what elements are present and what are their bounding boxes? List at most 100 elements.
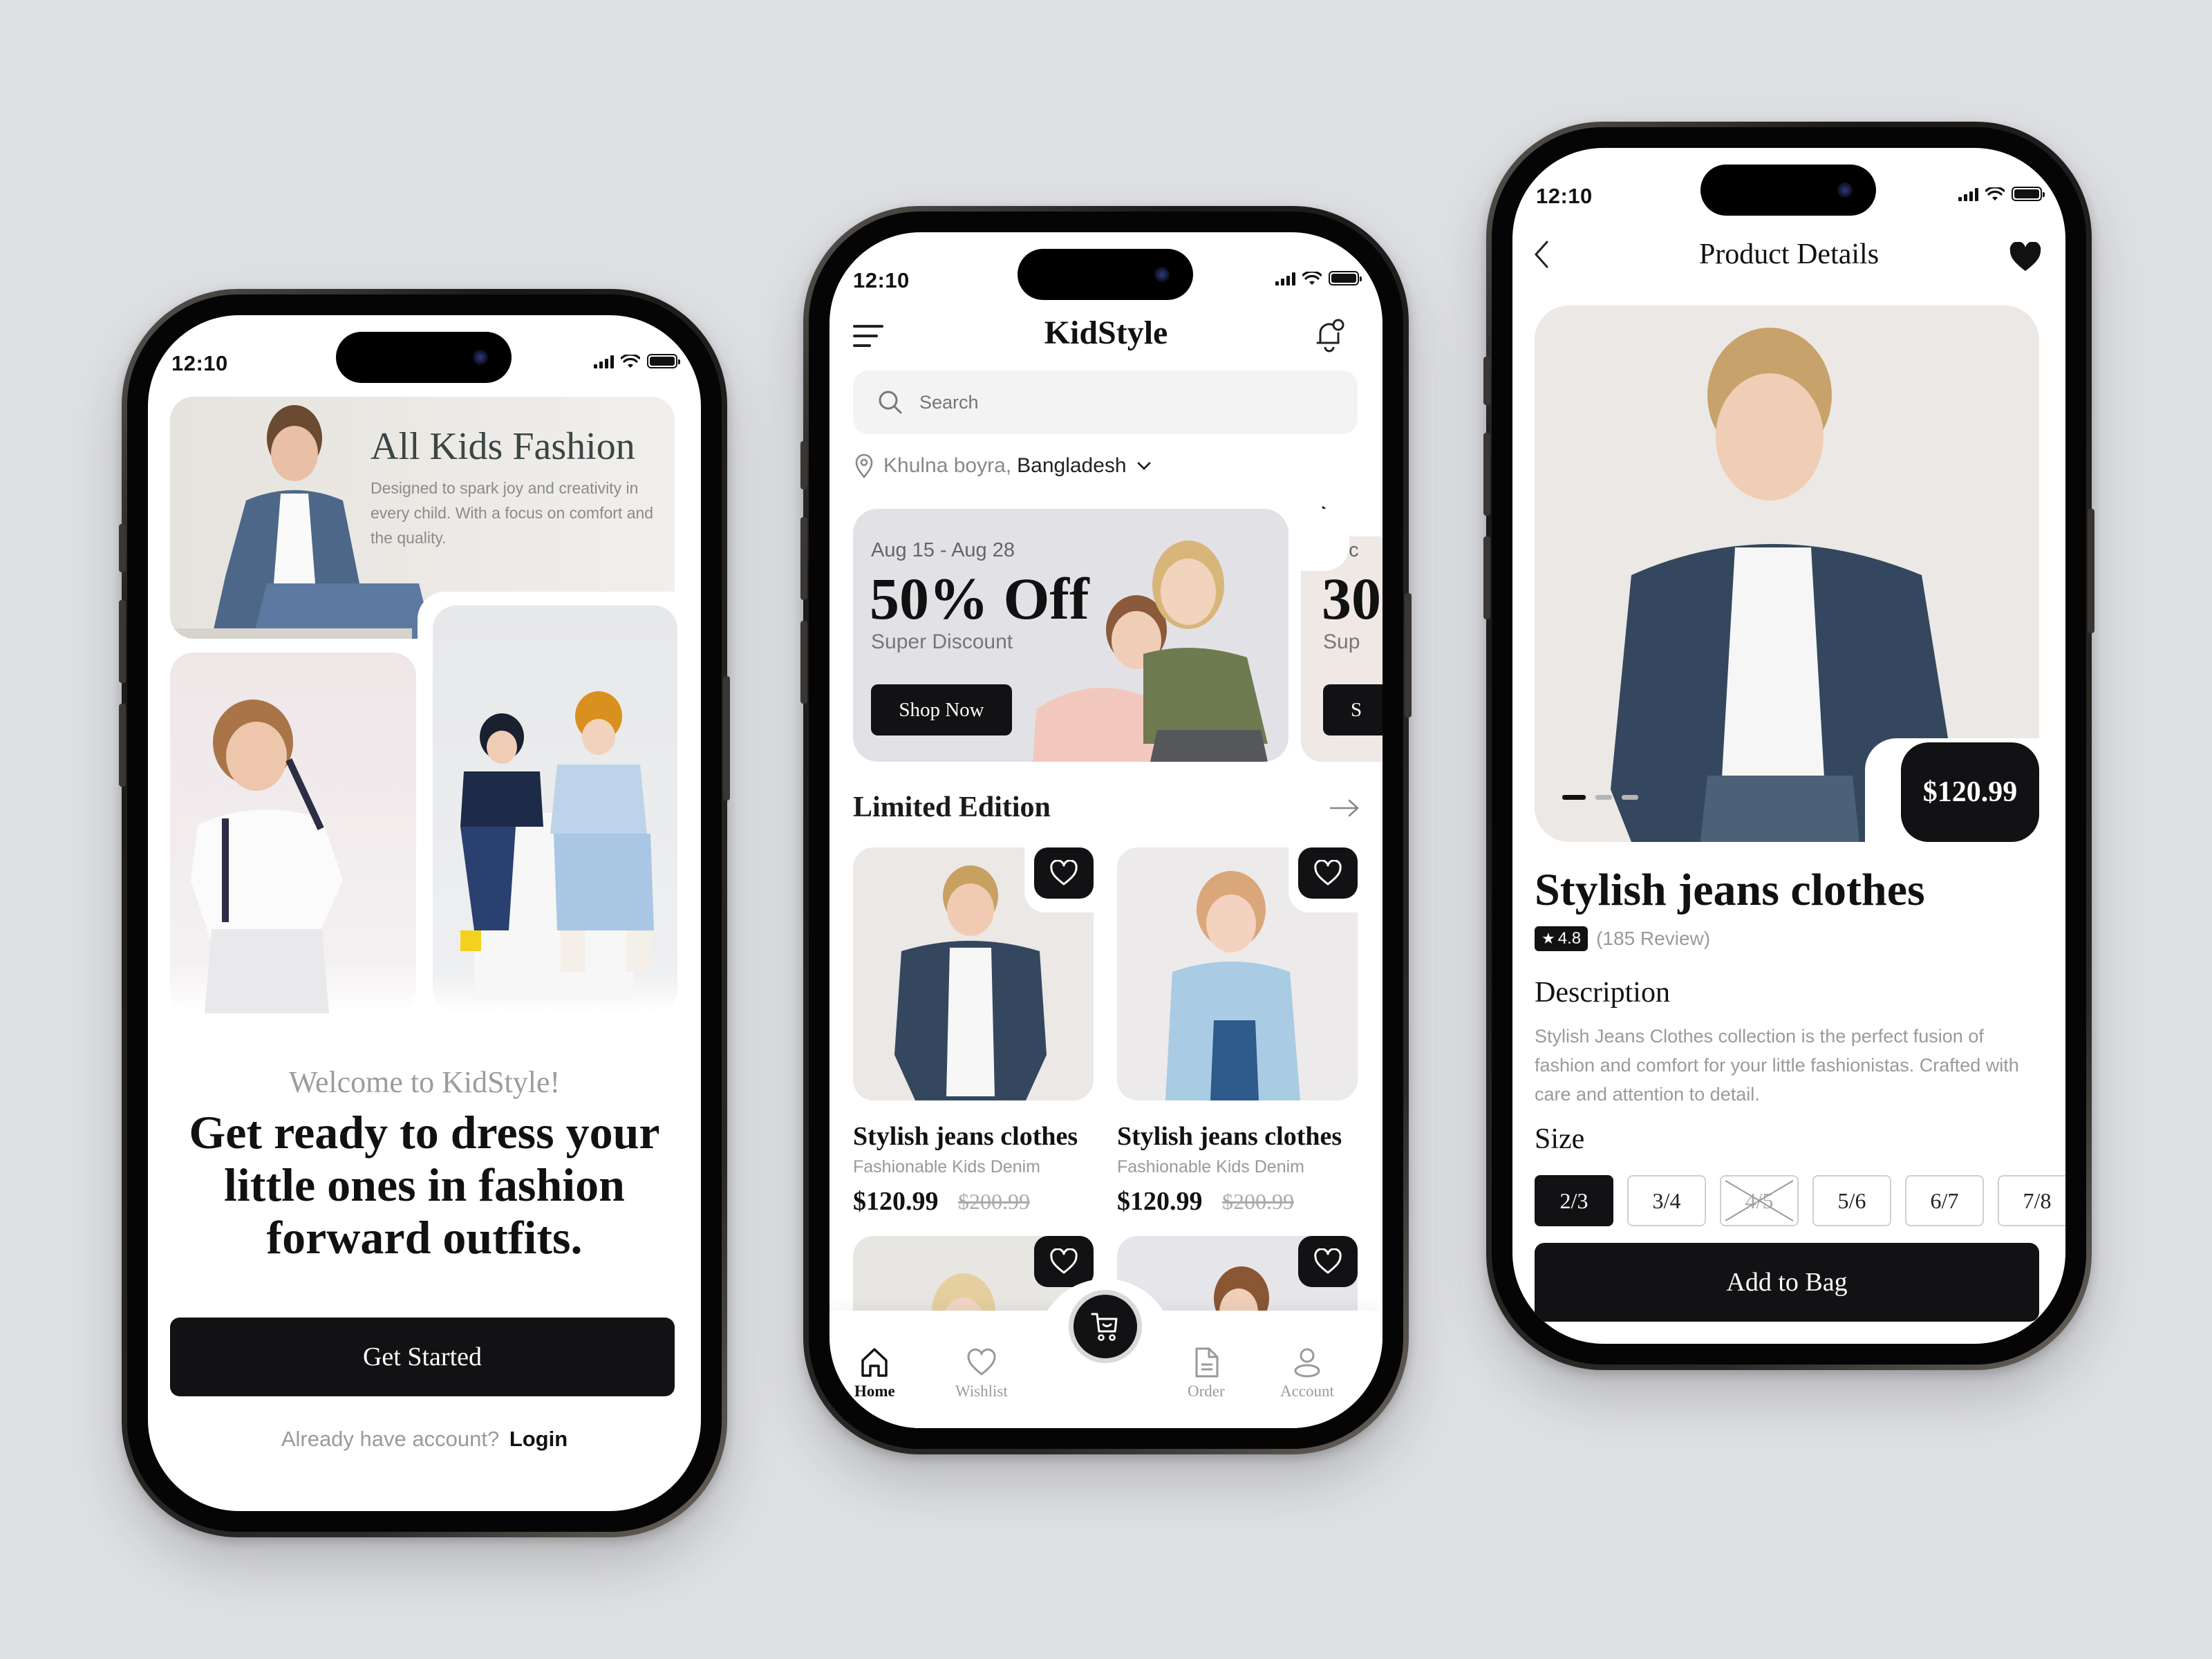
shop-now-button[interactable]: Shop Now [871, 684, 1012, 735]
heart-icon [1050, 860, 1078, 885]
status-bar: 12:10 [1512, 148, 2065, 224]
size-option[interactable]: 5/6 [1812, 1175, 1891, 1226]
phone-onboarding: 12:10 All Kids Fashion Designed to spark… [119, 289, 730, 1537]
size-label: 7/8 [2023, 1188, 2052, 1213]
product-price: $120.99 [853, 1187, 939, 1216]
nav-home[interactable]: Home [854, 1347, 895, 1400]
camera-icon [473, 350, 488, 365]
promo-title: 30 [1322, 565, 1381, 632]
side-button [800, 441, 807, 489]
promo-dates: Aug 15 - Aug 28 [871, 539, 1015, 561]
location-country: Bangladesh [1017, 454, 1127, 477]
side-button [119, 704, 126, 787]
unavailable-cross-icon [1725, 1180, 1794, 1221]
nav-account[interactable]: Account [1280, 1347, 1334, 1400]
search-input[interactable] [919, 391, 1306, 413]
size-label: 6/7 [1930, 1188, 1959, 1213]
user-icon [1294, 1348, 1320, 1378]
bezel: 12:10 KidStyle Search Khulna boyra, Bang… [809, 212, 1403, 1449]
login-row: Already have account? Login [148, 1427, 701, 1452]
signal-icon [1958, 187, 1978, 201]
status-time: 12:10 [1536, 184, 1593, 208]
see-all-arrow-icon[interactable] [1329, 798, 1360, 818]
size-title: Size [1535, 1123, 1585, 1155]
get-started-button[interactable]: Get Started [170, 1318, 675, 1396]
side-button [2088, 509, 2094, 633]
carousel-indicator [1562, 795, 1638, 800]
nav-label: Wishlist [955, 1382, 1008, 1400]
page-title: Product Details [1698, 238, 1880, 270]
heart-icon [967, 1348, 996, 1376]
section-title: Limited Edition [853, 791, 1051, 823]
size-option[interactable]: 6/7 [1905, 1175, 1984, 1226]
search-bar[interactable] [853, 371, 1358, 434]
side-button [800, 621, 807, 704]
location-selector[interactable]: Khulna boyra, Bangladesh [854, 453, 1152, 478]
size-label: 5/6 [1837, 1188, 1866, 1213]
nav-order[interactable]: Order [1188, 1347, 1225, 1400]
heart-icon [1050, 1248, 1078, 1274]
status-icons [1275, 271, 1362, 285]
product-name: Stylish jeans clothes [1535, 865, 1925, 915]
favorite-filled-icon[interactable] [2009, 242, 2042, 272]
battery-icon [1329, 271, 1362, 285]
rating-badge: ★ 4.8 [1535, 926, 1588, 951]
phone-home: 12:10 KidStyle Search Khulna boyra, Bang… [800, 206, 1412, 1454]
wishlist-toggle[interactable] [1298, 1236, 1358, 1287]
carousel-dot[interactable] [1595, 795, 1612, 800]
side-button [1483, 536, 1490, 619]
product-old-price: $200.99 [958, 1189, 1030, 1214]
description-title: Description [1535, 977, 1670, 1009]
dynamic-island [1700, 165, 1876, 216]
wishlist-toggle[interactable] [1034, 1236, 1094, 1287]
signal-icon [594, 355, 614, 368]
dynamic-island [336, 332, 512, 383]
nav-wishlist[interactable]: Wishlist [955, 1347, 1008, 1400]
carousel-dot[interactable] [1622, 795, 1638, 800]
status-time: 12:10 [853, 268, 910, 292]
login-link[interactable]: Login [509, 1427, 568, 1451]
screen-product-details: 12:10 Product Details $120.99 Stylish je… [1512, 148, 2065, 1344]
size-label: 2/3 [1559, 1188, 1588, 1213]
nav-label: Account [1280, 1382, 1334, 1400]
side-button [723, 676, 730, 800]
promo-card[interactable]: Aug 15 - Aug 28 50% Off Super Discount S… [853, 509, 1288, 762]
heart-icon [1314, 1248, 1342, 1274]
size-option-unavailable: 4/5 [1720, 1175, 1799, 1226]
bottom-nav: Home Wishlist Order Account [830, 1279, 1382, 1428]
carousel-dot-active[interactable] [1562, 795, 1586, 800]
phone-product-details: 12:10 Product Details $120.99 Stylish je… [1483, 122, 2094, 1370]
hero-title: All Kids Fashion [371, 425, 635, 468]
description-text: Stylish Jeans Clothes collection is the … [1535, 1026, 2019, 1105]
wishlist-toggle[interactable] [1034, 847, 1094, 899]
cart-icon [1091, 1313, 1118, 1341]
product-name[interactable]: Stylish jeans clothes [853, 1121, 1078, 1152]
promo-next-cutout [1301, 509, 1349, 571]
login-prompt: Already have account? [281, 1427, 500, 1451]
battery-icon [2012, 187, 2045, 201]
location-pin-icon [855, 453, 873, 478]
dynamic-island [1018, 249, 1193, 300]
add-to-bag-button[interactable]: Add to Bag [1535, 1243, 2039, 1322]
size-option[interactable]: 3/4 [1627, 1175, 1706, 1226]
price-badge: $120.99 [1901, 742, 2039, 842]
product-name[interactable]: Stylish jeans clothes [1117, 1121, 1342, 1152]
collage-photo-boy-suspenders [170, 653, 416, 1013]
shop-now-button[interactable]: S [1323, 684, 1382, 735]
hero-description: Designed to spark joy and creativity in … [371, 479, 654, 547]
camera-icon [1154, 267, 1170, 282]
notification-bell-icon[interactable] [1312, 317, 1347, 354]
bezel: 12:10 All Kids Fashion Designed to spark… [127, 294, 722, 1532]
size-option[interactable]: 7/8 [1998, 1175, 2065, 1226]
side-button [119, 600, 126, 683]
wishlist-toggle[interactable] [1298, 847, 1358, 899]
review-count[interactable]: (185 Review) [1596, 928, 1710, 950]
size-option[interactable]: 2/3 [1535, 1175, 1613, 1226]
rating-row: ★ 4.8 (185 Review) [1535, 926, 1710, 951]
status-time: 12:10 [171, 351, 228, 375]
promo-subtitle: Sup [1323, 630, 1360, 653]
welcome-text: Welcome to KidStyle! [288, 1065, 561, 1099]
cart-fab[interactable] [1069, 1290, 1142, 1363]
wifi-icon [1985, 187, 2005, 200]
status-bar: 12:10 [830, 232, 1382, 308]
